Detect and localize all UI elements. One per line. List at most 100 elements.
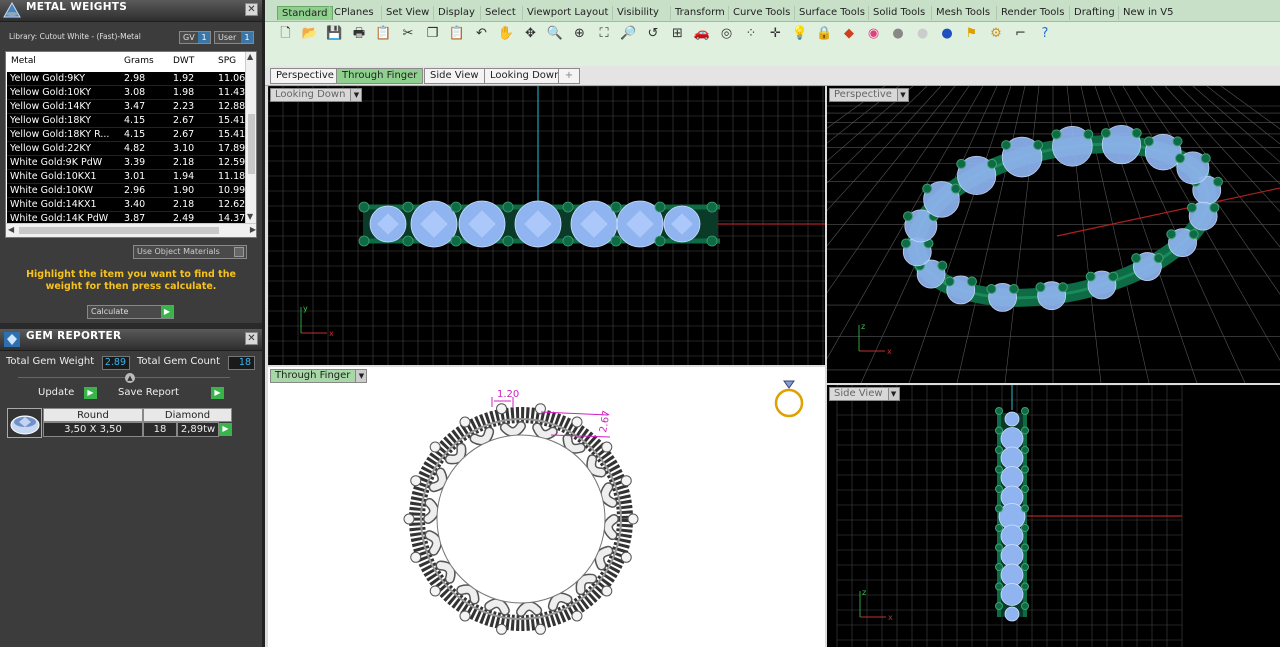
table-row[interactable]: Yellow Gold:18KY 4.15 2.67 15.41 xyxy=(7,114,246,128)
sphere-blue-icon[interactable]: ● xyxy=(939,25,956,42)
col-grams[interactable]: Grams xyxy=(124,56,154,66)
table-row[interactable]: Yellow Gold:10KY 3.08 1.98 11.43 xyxy=(7,86,246,100)
horizontal-scrollbar[interactable]: ◀ ▶ xyxy=(6,223,256,237)
viewport-perspective[interactable]: xz Perspective ▼ xyxy=(827,86,1280,383)
close-icon[interactable]: ✕ xyxy=(245,332,258,345)
user-button[interactable]: User 1 xyxy=(214,31,254,44)
toolbar-tab-curve-tools[interactable]: Curve Tools xyxy=(728,6,794,20)
save-report-button[interactable]: Save Report ▶ xyxy=(118,386,224,400)
scroll-left-icon[interactable]: ◀ xyxy=(8,225,14,234)
pan-icon[interactable]: ✋ xyxy=(498,25,515,42)
hscroll-thumb[interactable] xyxy=(19,227,219,234)
viewport-label-perspective[interactable]: Perspective ▼ xyxy=(829,88,909,102)
dropdown-arrow-icon[interactable]: ▼ xyxy=(896,89,908,101)
scroll-thumb[interactable] xyxy=(248,114,255,174)
zoom-window-icon[interactable]: ⊕ xyxy=(571,25,588,42)
color-icon[interactable]: ◉ xyxy=(865,25,882,42)
vertical-scrollbar[interactable]: ▲ ▼ xyxy=(245,52,256,224)
calculate-button[interactable]: Calculate ▶ xyxy=(87,305,174,319)
play-icon[interactable]: ▶ xyxy=(219,423,232,436)
layer-icon[interactable]: ◆ xyxy=(841,25,858,42)
viewport-label-through-finger[interactable]: Through Finger ▼ xyxy=(270,369,368,383)
toolbar-tab-drafting[interactable]: Drafting xyxy=(1069,6,1119,20)
light-icon[interactable]: 💡 xyxy=(792,25,809,42)
toolbar-tab-solid-tools[interactable]: Solid Tools xyxy=(868,6,929,20)
perspective-canvas[interactable]: xz xyxy=(827,86,1280,383)
sphere-light-icon[interactable]: ● xyxy=(914,25,931,42)
table-row[interactable]: White Gold:9K PdW 3.39 2.18 12.59 xyxy=(7,156,246,170)
scroll-down-icon[interactable]: ▼ xyxy=(247,212,253,221)
checkbox-icon[interactable] xyxy=(234,247,244,257)
paste-special-icon[interactable]: 📋 xyxy=(375,25,392,42)
zoom-icon[interactable]: 🔍 xyxy=(547,25,564,42)
table-row[interactable]: Yellow Gold:18KY R... 4.15 2.67 15.41 xyxy=(7,128,246,142)
dropdown-arrow-icon[interactable]: ▼ xyxy=(887,388,899,400)
viewport-tab-side-view[interactable]: Side View xyxy=(424,68,485,84)
viewport-side-view[interactable]: xz Side View ▼ xyxy=(827,385,1280,647)
viewport-tab-through-finger[interactable]: Through Finger xyxy=(336,68,424,84)
camera-icon[interactable]: ◎ xyxy=(718,25,735,42)
toolbar-tab-viewport-layout[interactable]: Viewport Layout xyxy=(522,6,612,20)
zoom-extents-icon[interactable]: ⛶ xyxy=(596,25,613,42)
save-icon[interactable]: 💾 xyxy=(326,25,343,42)
viewport-through-finger[interactable]: 1.20 2.67 Through Finger ▼ xyxy=(268,367,825,647)
toolbar-tab-new-in-v5[interactable]: New in V5 xyxy=(1118,6,1178,20)
viewport-label-looking-down[interactable]: Looking Down ▼ xyxy=(270,88,363,102)
toolbar-tab-transform[interactable]: Transform xyxy=(670,6,729,20)
looking-down-canvas[interactable]: xy xyxy=(268,86,825,365)
toolbar-tab-visibility[interactable]: Visibility xyxy=(612,6,663,20)
car-icon[interactable]: 🚗 xyxy=(694,25,711,42)
sphere-gray-icon[interactable]: ● xyxy=(890,25,907,42)
four-viewports-icon[interactable]: ⊞ xyxy=(669,25,686,42)
toolbar-tab-standard[interactable]: Standard xyxy=(277,6,333,20)
help-icon[interactable]: ? xyxy=(1037,25,1054,42)
gv-button[interactable]: GV 1 xyxy=(179,31,211,44)
toolbar-tab-cplanes[interactable]: CPlanes xyxy=(329,6,378,20)
splitter-handle-icon[interactable]: ▲ xyxy=(125,373,135,383)
scroll-up-icon[interactable]: ▲ xyxy=(247,52,253,61)
viewport-looking-down[interactable]: xy Looking Down ▼ xyxy=(268,86,825,365)
toolbar-tab-set-view[interactable]: Set View xyxy=(381,6,433,20)
table-row[interactable]: Yellow Gold:9KY 2.98 1.92 11.06 xyxy=(7,72,246,86)
viewport-tab-looking-down[interactable]: Looking Down xyxy=(484,68,567,84)
side-view-canvas[interactable]: xz xyxy=(827,385,1280,647)
points-icon[interactable]: ⁘ xyxy=(743,25,760,42)
undo-icon[interactable]: ↶ xyxy=(473,25,490,42)
toolbar-tab-display[interactable]: Display xyxy=(433,6,479,20)
open-icon[interactable]: 📂 xyxy=(302,25,319,42)
rotate-icon[interactable]: ✥ xyxy=(522,25,539,42)
use-object-materials-toggle[interactable]: Use Object Materials xyxy=(133,245,247,259)
copy-icon[interactable]: ❐ xyxy=(424,25,441,42)
table-row[interactable]: White Gold:10KX1 3.01 1.94 11.18 xyxy=(7,170,246,184)
update-button[interactable]: Update ▶ xyxy=(38,386,97,400)
toolbar-tab-select[interactable]: Select xyxy=(480,6,520,20)
table-row[interactable]: White Gold:14KX1 3.40 2.18 12.62 xyxy=(7,198,246,212)
new-file-icon[interactable]: 🗋 xyxy=(277,25,294,42)
col-dwt[interactable]: DWT xyxy=(173,56,194,66)
toolbar-tab-surface-tools[interactable]: Surface Tools xyxy=(794,6,869,20)
gumball-icon[interactable]: ✛ xyxy=(767,25,784,42)
toolbar-tab-mesh-tools[interactable]: Mesh Tools xyxy=(931,6,994,20)
flag-icon[interactable]: ⚑ xyxy=(963,25,980,42)
viewport-tab-perspective[interactable]: Perspective xyxy=(270,68,340,84)
print-icon[interactable]: 🖶 xyxy=(351,25,368,42)
col-metal[interactable]: Metal xyxy=(11,56,36,66)
toolbar-tab-render-tools[interactable]: Render Tools xyxy=(996,6,1068,20)
undo-view-icon[interactable]: ↺ xyxy=(645,25,662,42)
col-spg[interactable]: SPG xyxy=(218,56,236,66)
cut-icon[interactable]: ✂ xyxy=(400,25,417,42)
dropdown-arrow-icon[interactable]: ▼ xyxy=(355,370,367,382)
dropdown-arrow-icon[interactable]: ▼ xyxy=(350,89,362,101)
close-icon[interactable]: ✕ xyxy=(245,3,258,16)
lock-icon[interactable]: 🔒 xyxy=(816,25,833,42)
table-row[interactable]: Yellow Gold:22KY 4.82 3.10 17.89 xyxy=(7,142,246,156)
table-row[interactable]: Yellow Gold:14KY 3.47 2.23 12.88 xyxy=(7,100,246,114)
viewport-label-side-view[interactable]: Side View ▼ xyxy=(829,387,900,401)
scroll-right-icon[interactable]: ▶ xyxy=(250,225,256,234)
paste-icon[interactable]: 📋 xyxy=(449,25,466,42)
through-finger-canvas[interactable]: 1.202.67 xyxy=(268,367,825,647)
snap-icon[interactable]: ⌐ xyxy=(1012,25,1029,42)
gear-icon[interactable]: ⚙ xyxy=(988,25,1005,42)
zoom-selected-icon[interactable]: 🔎 xyxy=(620,25,637,42)
add-viewport-icon[interactable]: + xyxy=(558,68,580,84)
